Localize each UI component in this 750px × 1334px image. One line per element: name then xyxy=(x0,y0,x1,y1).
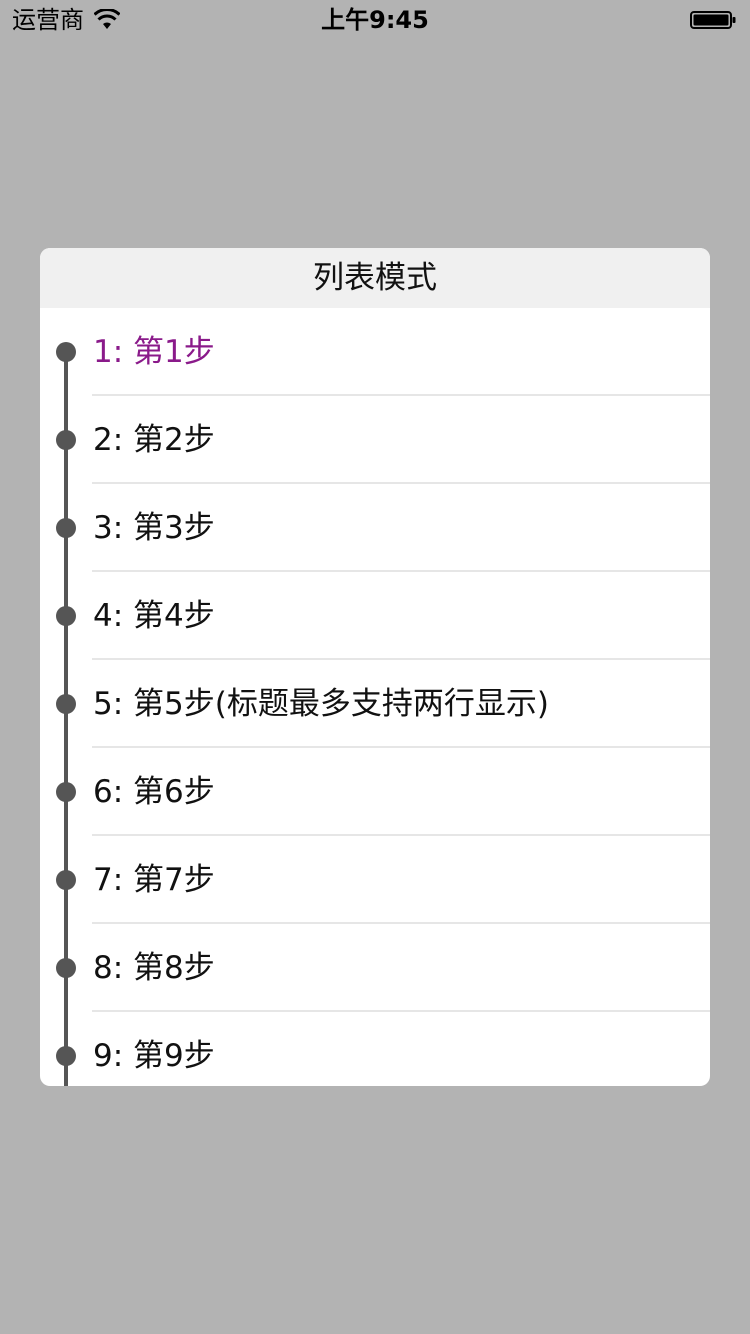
step-dot-icon xyxy=(56,606,76,626)
step-label: 7: 第7步 xyxy=(93,862,215,898)
step-dot-icon xyxy=(56,342,76,362)
step-item[interactable]: 1: 第1步 xyxy=(40,308,710,396)
status-time: 上午9:45 xyxy=(321,6,429,34)
step-item[interactable]: 8: 第8步 xyxy=(40,924,710,1012)
step-dot-icon xyxy=(56,870,76,890)
list-mode-dialog: 列表模式 1: 第1步 2: 第2步 3: 第3步 4: 第4步 5: 第5步(标题最多… xyxy=(40,248,710,1086)
step-item[interactable]: 4: 第4步 xyxy=(40,572,710,660)
step-item[interactable]: 7: 第7步 xyxy=(40,836,710,924)
step-dot-icon xyxy=(56,782,76,802)
step-list: 1: 第1步 2: 第2步 3: 第3步 4: 第4步 5: 第5步(标题最多支持两行显… xyxy=(40,308,710,1086)
step-dot-icon xyxy=(56,518,76,538)
step-label: 8: 第8步 xyxy=(93,950,215,986)
step-dot-icon xyxy=(56,958,76,978)
step-label: 2: 第2步 xyxy=(93,422,215,458)
step-label: 1: 第1步 xyxy=(93,334,215,370)
step-item[interactable]: 3: 第3步 xyxy=(40,484,710,572)
step-label: 3: 第3步 xyxy=(93,510,215,546)
step-item[interactable]: 5: 第5步(标题最多支持两行显示) xyxy=(40,660,710,748)
status-bar: 运营商 上午9:45 xyxy=(0,0,750,40)
battery-icon xyxy=(690,11,736,29)
step-label: 9: 第9步 xyxy=(93,1038,215,1074)
step-dot-icon xyxy=(56,430,76,450)
step-item[interactable]: 2: 第2步 xyxy=(40,396,710,484)
step-label: 4: 第4步 xyxy=(93,598,215,634)
dialog-title: 列表模式 xyxy=(40,248,710,308)
step-item[interactable]: 6: 第6步 xyxy=(40,748,710,836)
step-label: 5: 第5步(标题最多支持两行显示) xyxy=(93,686,549,722)
step-dot-icon xyxy=(56,694,76,714)
step-item[interactable]: 9: 第9步 xyxy=(40,1012,710,1086)
step-label: 6: 第6步 xyxy=(93,774,215,810)
step-dot-icon xyxy=(56,1046,76,1066)
